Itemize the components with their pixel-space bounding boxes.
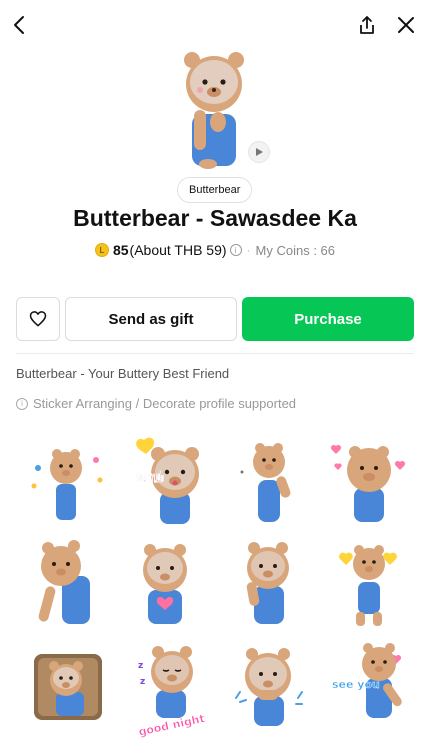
- send-as-gift-button[interactable]: Send as gift: [65, 297, 237, 341]
- back-arrow-icon[interactable]: [6, 11, 34, 39]
- sticker-thumb[interactable]: [318, 434, 418, 534]
- divider: [16, 353, 414, 354]
- sticker-title: Butterbear - Sawasdee Ka: [73, 205, 357, 231]
- svg-text:z: z: [140, 677, 145, 687]
- author-chip[interactable]: Butterbear: [177, 177, 253, 203]
- coin-icon: L: [94, 243, 109, 257]
- sticker-preview-image[interactable]: [178, 48, 250, 170]
- favorite-button[interactable]: [16, 297, 60, 341]
- price-info-icon[interactable]: i: [229, 244, 242, 256]
- sticker-thumb[interactable]: [16, 536, 116, 636]
- sticker-thumb[interactable]: [218, 536, 318, 636]
- sticker-thumb[interactable]: [318, 536, 418, 636]
- info-icon: i: [16, 397, 28, 410]
- sticker-thumb[interactable]: z z good night: [116, 638, 216, 738]
- share-icon[interactable]: [353, 11, 381, 39]
- feature-note: i Sticker Arranging / Decorate profile s…: [16, 396, 296, 411]
- close-icon[interactable]: [392, 11, 420, 39]
- price-coins: 85: [112, 242, 129, 258]
- sticker-thumb[interactable]: see you: [318, 638, 418, 738]
- sticker-thumb[interactable]: รับทราบค่ะ: [116, 434, 216, 534]
- sticker-thumb[interactable]: [218, 434, 318, 534]
- sticker-caption: รับทราบค่ะ: [136, 470, 164, 486]
- purchase-button[interactable]: Purchase: [242, 297, 414, 341]
- sticker-thumb[interactable]: [16, 638, 116, 738]
- svg-text:z: z: [138, 661, 143, 671]
- my-coins: My Coins : 66: [255, 242, 336, 258]
- separator-dot: ·: [246, 243, 251, 257]
- sticker-thumb[interactable]: [218, 638, 318, 738]
- play-icon[interactable]: [248, 141, 270, 163]
- heart-icon: [29, 311, 47, 327]
- sticker-thumb[interactable]: [116, 536, 216, 636]
- sticker-caption: see you: [332, 678, 380, 691]
- sticker-thumb[interactable]: [16, 434, 116, 534]
- price-about: (About THB 59): [129, 242, 227, 258]
- price-row: L 85 (About THB 59) i · My Coins : 66: [0, 242, 430, 258]
- feature-text: Sticker Arranging / Decorate profile sup…: [33, 396, 297, 411]
- top-bar: [0, 0, 430, 50]
- sticker-description: Butterbear - Your Buttery Best Friend: [16, 366, 230, 381]
